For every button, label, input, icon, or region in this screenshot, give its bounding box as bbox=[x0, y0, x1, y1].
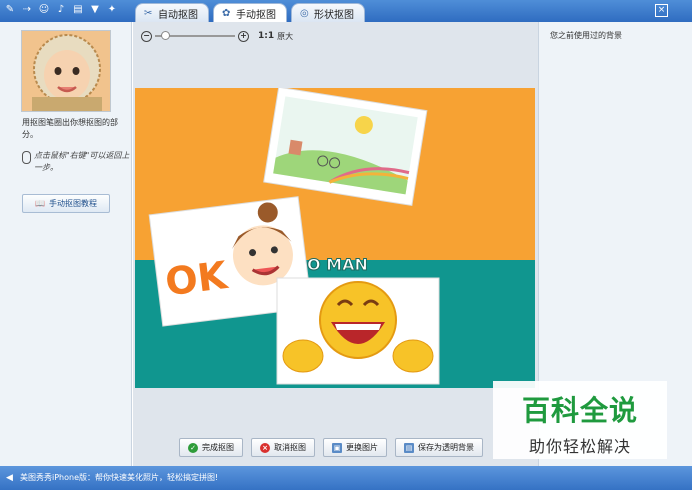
editor-area: − + 1:1 原大 OK O MAN ✓ 完成抠图 × 取消抠图 ▣ 更换图片… bbox=[133, 22, 538, 466]
skin-icon[interactable]: ✎ bbox=[3, 3, 17, 17]
watermark-subtitle: 助你轻松解决 bbox=[528, 437, 631, 456]
tab-label: 手动抠图 bbox=[236, 9, 276, 21]
recent-backgrounds-title: 您之前使用过的背景 bbox=[550, 31, 622, 40]
watermark: 百科全说 助你轻松解决 bbox=[493, 381, 667, 459]
mic-icon[interactable]: ♪ bbox=[54, 3, 68, 17]
mode-tabs: ✂ 自动抠图 ✿ 手动抠图 ◎ 形状抠图 bbox=[135, 3, 365, 22]
share-icon[interactable]: ⇢ bbox=[20, 3, 34, 17]
action-bar: ✓ 完成抠图 × 取消抠图 ▣ 更换图片 ▤ 保存为透明背景 bbox=[179, 438, 483, 457]
baby-photo bbox=[22, 31, 110, 111]
save-transparent-button[interactable]: ▤ 保存为透明背景 bbox=[395, 438, 483, 457]
right-click-tip-text: 点击鼠标"右键"可以返回上一步。 bbox=[34, 151, 130, 172]
ok-text: OK bbox=[163, 253, 231, 304]
close-icon: × bbox=[657, 5, 666, 15]
mouse-icon bbox=[22, 151, 31, 164]
change-image-button[interactable]: ▣ 更换图片 bbox=[323, 438, 387, 457]
cancel-cut-label: 取消抠图 bbox=[274, 443, 306, 452]
example-preview-image bbox=[21, 30, 111, 112]
book-icon: 📖 bbox=[35, 199, 45, 208]
speaker-icon: ◀ bbox=[6, 473, 13, 483]
tab-label: 自动抠图 bbox=[158, 9, 198, 21]
keyboard-icon[interactable]: ▤ bbox=[71, 3, 85, 17]
emoji-icon[interactable]: ☺ bbox=[37, 3, 51, 17]
tool-icon[interactable]: ✦ bbox=[105, 3, 119, 17]
tab-auto-cut[interactable]: ✂ 自动抠图 bbox=[135, 3, 209, 22]
instruction-text: 用抠图笔圈出你想抠图的部分。 bbox=[22, 118, 118, 139]
gear-icon: ✿ bbox=[222, 7, 231, 19]
tab-manual-cut[interactable]: ✿ 手动抠图 bbox=[213, 3, 287, 22]
image-icon: ▣ bbox=[332, 442, 342, 453]
left-panel: 用抠图笔圈出你想抠图的部分。 点击鼠标"右键"可以返回上一步。 📖 手动抠图教程 bbox=[0, 22, 132, 466]
cancel-icon: × bbox=[260, 442, 270, 453]
collage-image: OK O MAN bbox=[135, 88, 535, 388]
shape-icon: ◎ bbox=[300, 7, 309, 19]
zoom-slider-knob[interactable] bbox=[160, 31, 170, 40]
shirt-icon[interactable]: ▼ bbox=[88, 3, 102, 17]
zoom-bar: − + 1:1 原大 bbox=[141, 30, 293, 42]
top-toolbar: ✎ ⇢ ☺ ♪ ▤ ▼ ✦ ✂ 自动抠图 ✿ 手动抠图 ◎ 形状抠图 × bbox=[0, 0, 692, 22]
status-bar: ◀ 美图秀秀iPhone版：帮你快速美化照片，轻松搞定拼图! bbox=[0, 466, 692, 490]
zoom-in-icon[interactable]: + bbox=[238, 30, 249, 42]
status-text[interactable]: 美图秀秀iPhone版：帮你快速美化照片，轻松搞定拼图! bbox=[20, 472, 218, 483]
zoom-slider[interactable] bbox=[155, 31, 235, 40]
right-click-tip: 点击鼠标"右键"可以返回上一步。 bbox=[22, 150, 132, 178]
zoom-out-icon[interactable]: − bbox=[141, 30, 152, 42]
tutorial-button-label: 手动抠图教程 bbox=[48, 199, 97, 208]
watermark-title: 百科全说 bbox=[521, 394, 638, 427]
tool-icons: ✎ ⇢ ☺ ♪ ▤ ▼ ✦ bbox=[3, 3, 119, 19]
tab-label: 形状抠图 bbox=[314, 9, 354, 21]
tutorial-button[interactable]: 📖 手动抠图教程 bbox=[22, 194, 110, 213]
finish-cut-label: 完成抠图 bbox=[202, 443, 234, 452]
zoom-original-size[interactable]: 原大 bbox=[277, 31, 293, 42]
change-image-label: 更换图片 bbox=[346, 443, 378, 452]
save-icon: ▤ bbox=[404, 442, 414, 453]
save-transparent-label: 保存为透明背景 bbox=[418, 443, 474, 452]
tab-shape-cut[interactable]: ◎ 形状抠图 bbox=[291, 3, 365, 22]
close-button[interactable]: × bbox=[655, 4, 668, 17]
finish-cut-button[interactable]: ✓ 完成抠图 bbox=[179, 438, 243, 457]
auto-cut-icon: ✂ bbox=[144, 7, 153, 19]
zoom-ratio[interactable]: 1:1 bbox=[258, 31, 274, 41]
check-icon: ✓ bbox=[188, 442, 198, 453]
cancel-cut-button[interactable]: × 取消抠图 bbox=[251, 438, 315, 457]
image-canvas[interactable]: OK O MAN bbox=[135, 88, 535, 388]
man-text: O MAN bbox=[307, 255, 368, 274]
